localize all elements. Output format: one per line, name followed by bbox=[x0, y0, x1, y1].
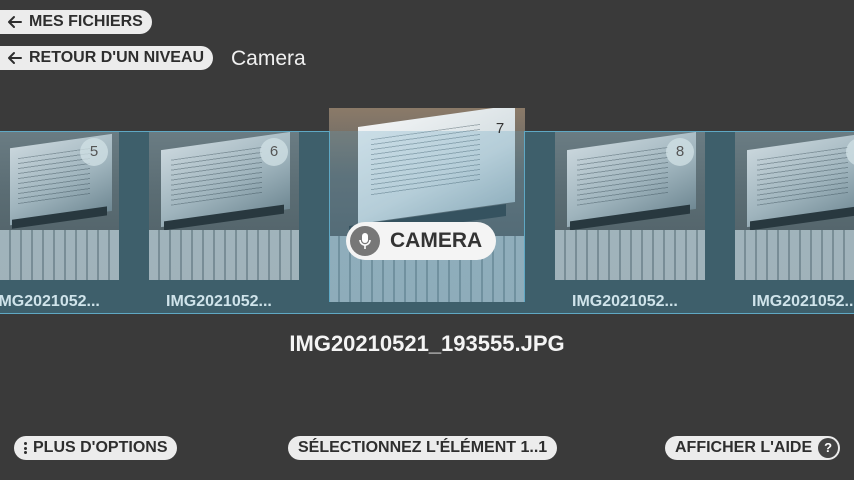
show-help-button[interactable]: AFFICHER L'AIDE ? bbox=[665, 436, 841, 460]
more-vert-icon bbox=[24, 442, 27, 454]
thumbnail-index-badge: 7 bbox=[495, 120, 505, 137]
thumbnail-item-9[interactable] bbox=[735, 132, 854, 280]
thumbnail-caption: IMG2021052... bbox=[166, 293, 272, 310]
thumbnail-image bbox=[735, 132, 854, 280]
select-item-button[interactable]: SÉLECTIONNEZ L'ÉLÉMENT 1..1 bbox=[288, 436, 558, 460]
thumbnail-index-badge: 8 bbox=[666, 138, 694, 166]
voice-label-text: CAMERA bbox=[390, 229, 483, 252]
arrow-left-icon bbox=[8, 16, 22, 28]
help-icon: ? bbox=[818, 438, 839, 458]
my-files-button[interactable]: MES FICHIERS bbox=[0, 10, 152, 34]
microphone-icon bbox=[350, 226, 380, 256]
selection-highlight bbox=[329, 131, 525, 302]
thumbnail-index-badge: 6 bbox=[260, 138, 288, 166]
voice-label-chip[interactable]: CAMERA bbox=[346, 222, 497, 260]
more-options-button[interactable]: PLUS D'OPTIONS bbox=[14, 436, 178, 460]
select-item-label: SÉLECTIONNEZ L'ÉLÉMENT 1..1 bbox=[298, 439, 548, 456]
thumbnail-index-badge: 5 bbox=[80, 138, 108, 166]
thumbnail-caption: IMG2021052... bbox=[752, 293, 854, 310]
thumbnail-caption: IMG2021052... bbox=[0, 293, 100, 310]
show-help-label: AFFICHER L'AIDE bbox=[675, 439, 813, 456]
back-one-level-button[interactable]: RETOUR D'UN NIVEAU bbox=[0, 46, 214, 70]
thumbnail-caption: IMG2021052... bbox=[572, 293, 678, 310]
folder-title: Camera bbox=[231, 47, 306, 70]
more-options-label: PLUS D'OPTIONS bbox=[33, 439, 168, 456]
my-files-label: MES FICHIERS bbox=[29, 13, 143, 30]
selected-file-name: IMG20210521_193555.JPG bbox=[289, 331, 565, 356]
back-label: RETOUR D'UN NIVEAU bbox=[29, 49, 205, 66]
arrow-left-icon bbox=[8, 52, 22, 64]
